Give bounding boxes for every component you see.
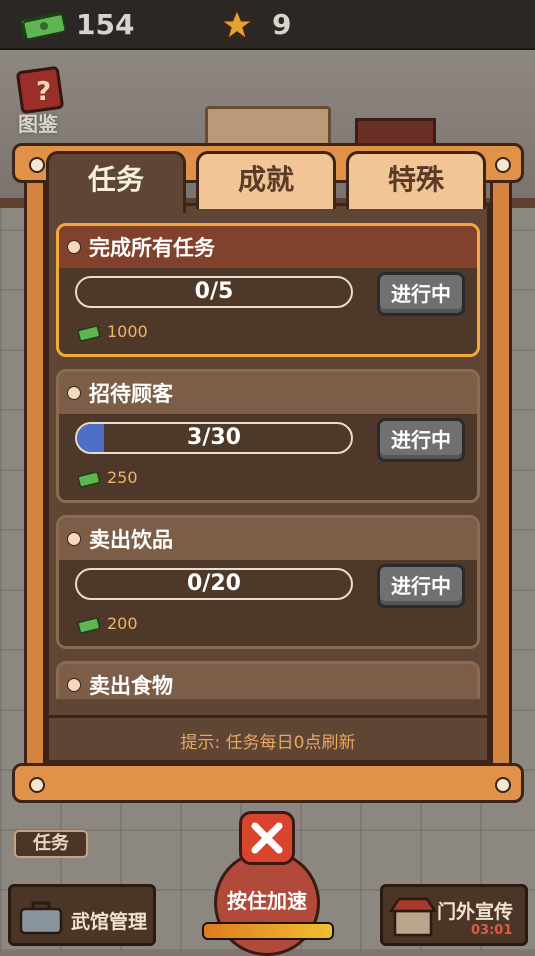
bullet-icon <box>67 386 81 400</box>
star-icon <box>218 6 256 44</box>
top-bar: 154 9 <box>0 0 535 50</box>
tab-achievements[interactable]: 成就 <box>196 151 336 209</box>
toolbox-icon <box>19 901 63 935</box>
speed-bar <box>202 922 334 940</box>
task-status-button[interactable]: 进行中 <box>377 564 465 608</box>
task-title: 招待顾客 <box>89 382 173 406</box>
cash-count: 154 <box>76 8 135 41</box>
bullet-icon <box>67 240 81 254</box>
task-card-header: 卖出食物 <box>59 664 477 699</box>
task-title: 卖出食物 <box>89 674 173 698</box>
task-card: 完成所有任务 0/5 进行中 1000 <box>56 223 480 357</box>
task-shortcut-button[interactable]: 任务 <box>14 830 88 858</box>
cash-icon <box>77 618 101 634</box>
star-count: 9 <box>272 8 292 41</box>
shop-icon <box>389 897 437 937</box>
bullet-icon <box>67 532 81 546</box>
svg-text:?: ? <box>36 77 51 107</box>
task-title: 完成所有任务 <box>89 236 215 260</box>
bolt-icon <box>495 157 511 173</box>
task-list[interactable]: 完成所有任务 0/5 进行中 1000 招待顾客 3/30 进行中 250 卖出… <box>56 219 480 699</box>
guide-label[interactable]: 图鉴 <box>18 108 58 137</box>
task-reward: 250 <box>107 468 138 487</box>
bolt-icon <box>495 777 511 793</box>
task-progress-text: 0/5 <box>194 279 234 304</box>
task-card-header: 完成所有任务 <box>59 226 477 268</box>
panel-post-left <box>24 173 46 773</box>
tab-special[interactable]: 特殊 <box>346 151 486 209</box>
task-reward: 1000 <box>107 322 148 341</box>
task-status-button[interactable]: 进行中 <box>377 272 465 316</box>
dojo-management-label: 武馆管理 <box>71 911 148 933</box>
speed-up-label[interactable]: 按住加速 <box>214 885 320 914</box>
close-icon <box>251 822 283 854</box>
task-card: 卖出食物 <box>56 661 480 699</box>
task-progress-text: 3/30 <box>187 425 241 450</box>
task-card: 招待顾客 3/30 进行中 250 <box>56 369 480 503</box>
task-card-header: 卖出饮品 <box>59 518 477 560</box>
close-button[interactable] <box>239 811 295 865</box>
panel-bottom-bar <box>12 763 524 803</box>
cash-icon <box>77 326 101 342</box>
bullet-icon <box>67 678 81 692</box>
task-card-header: 招待顾客 <box>59 372 477 414</box>
bolt-icon <box>29 157 45 173</box>
panel-post-right <box>490 173 512 773</box>
cash-icon <box>20 11 67 40</box>
task-reward: 200 <box>107 614 138 633</box>
tab-tasks[interactable]: 任务 <box>46 151 186 213</box>
task-panel: 任务 成就 特殊 完成所有任务 0/5 进行中 1000 招待顾客 3/30 进… <box>12 143 524 803</box>
task-title: 卖出饮品 <box>89 528 173 552</box>
promotion-timer: 03:01 <box>471 923 513 938</box>
task-progress-bar: 3/30 <box>75 422 353 454</box>
bolt-icon <box>29 777 45 793</box>
task-progress-bar: 0/20 <box>75 568 353 600</box>
refresh-hint: 提示: 任务每日0点刷新 <box>46 715 490 753</box>
dojo-management-button[interactable]: 武馆管理 <box>8 884 156 946</box>
task-progress-bar: 0/5 <box>75 276 353 308</box>
outdoor-promotion-button[interactable]: 门外宣传 03:01 <box>380 884 528 946</box>
speed-bar-fill <box>204 924 332 938</box>
cash-icon <box>77 472 101 488</box>
task-progress-text: 0/20 <box>187 571 241 596</box>
outdoor-promotion-label: 门外宣传 <box>437 901 514 923</box>
task-status-button[interactable]: 进行中 <box>377 418 465 462</box>
task-card: 卖出饮品 0/20 进行中 200 <box>56 515 480 649</box>
